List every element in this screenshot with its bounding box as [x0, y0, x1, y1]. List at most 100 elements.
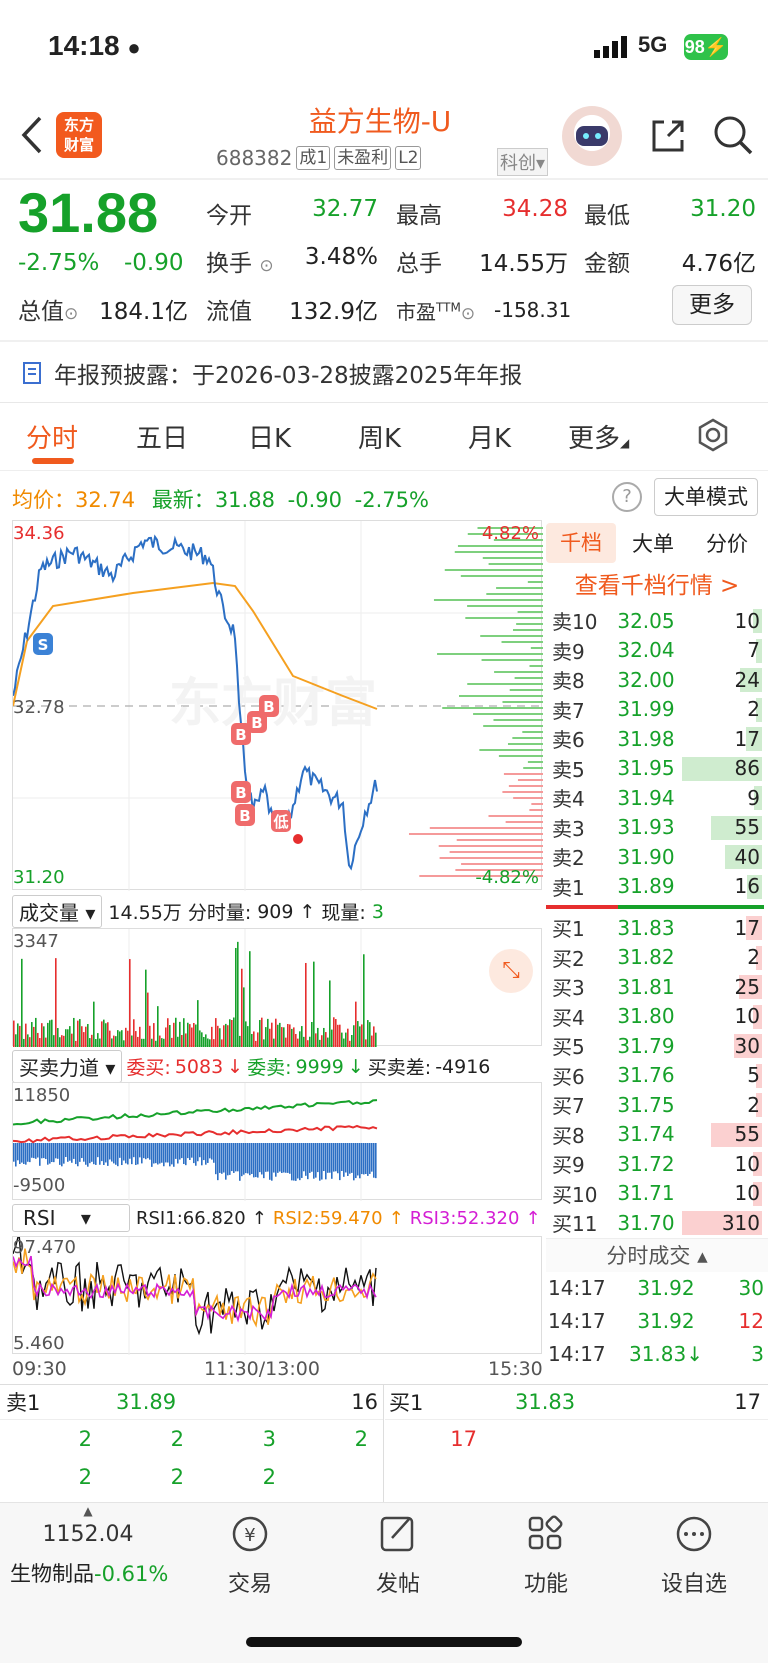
volume-bar — [23, 1038, 25, 1047]
depth-bar — [433, 599, 543, 601]
volume-bar — [105, 1023, 107, 1047]
functions-nav[interactable]: 功能 — [486, 1512, 606, 1598]
volume-bar — [187, 1022, 189, 1047]
bid-row[interactable]: 买8 31.74 55 — [546, 1120, 768, 1150]
bid-row[interactable]: 买10 31.71 10 — [546, 1179, 768, 1209]
volume-bar — [19, 1025, 21, 1047]
bid-price: 31.82 — [617, 945, 675, 970]
mcap-label[interactable]: 总值⊙ — [18, 292, 78, 326]
volume-bar — [33, 1026, 35, 1047]
force-selector[interactable]: 买卖力道 ▾ — [12, 1050, 123, 1083]
volume-bar — [161, 1038, 163, 1047]
ask-row[interactable]: 卖8 32.00 24 — [546, 665, 768, 695]
ask-row[interactable]: 卖5 31.95 86 — [546, 754, 768, 784]
bid-row[interactable]: 买9 31.72 10 — [546, 1149, 768, 1179]
tab-price-distribution[interactable]: 分价 — [690, 528, 764, 558]
ask-row[interactable]: 卖7 31.99 2 — [546, 695, 768, 725]
tag-unprofitable[interactable]: 未盈利 — [334, 146, 392, 170]
bid-row[interactable]: 买3 31.81 25 — [546, 972, 768, 1002]
post-nav[interactable]: 发帖 — [338, 1512, 458, 1598]
depth-bar — [488, 815, 543, 817]
tab-big-order[interactable]: 大单 — [616, 528, 690, 558]
assistant-avatar[interactable] — [562, 106, 622, 166]
ask-price: 32.04 — [617, 638, 675, 663]
bid-row[interactable]: 买2 31.82 2 — [546, 943, 768, 973]
force-bar — [35, 1143, 37, 1159]
ask-row[interactable]: 卖6 31.98 17 — [546, 724, 768, 754]
bid-row[interactable]: 买6 31.76 5 — [546, 1061, 768, 1091]
intraday-chart[interactable]: 东方财富 SBBBBB低 34.36 32.78 31.20 4.82% -4.… — [12, 520, 543, 891]
trade-marker-label: B — [263, 698, 274, 716]
notice-text: 年报预披露：于2026-03-28披露2025年年报 — [54, 363, 523, 389]
bid-row[interactable]: 买4 31.80 10 — [546, 1002, 768, 1032]
share-icon[interactable] — [648, 116, 688, 156]
ask-row[interactable]: 卖10 32.05 10 — [546, 606, 768, 636]
force-bar — [29, 1143, 31, 1163]
sector-index[interactable]: 生物制品-0.61% — [10, 1558, 168, 1588]
force-bar — [281, 1143, 283, 1174]
high-label: 最高 — [396, 203, 442, 229]
force-bar — [163, 1143, 165, 1167]
volume-bar — [367, 1020, 369, 1047]
bid-row[interactable]: 买7 31.75 2 — [546, 1090, 768, 1120]
tab-daily-k[interactable]: 日K — [248, 418, 291, 455]
volume-bar — [239, 1035, 241, 1047]
volume-bar — [67, 1029, 69, 1047]
help-icon[interactable]: ? — [612, 482, 642, 512]
tab-more[interactable]: 更多◢ — [568, 418, 629, 455]
volume-bar — [163, 1038, 165, 1047]
volume-bar — [221, 1039, 223, 1047]
battery-indicator: 98⚡ — [684, 34, 728, 60]
bid-row[interactable]: 买1 31.83 17 — [546, 913, 768, 943]
pe-label[interactable]: 市盈TTM⊙ — [396, 296, 475, 325]
bid-price: 31.79 — [617, 1033, 675, 1058]
tab-orderbook-1000[interactable]: 千档 — [546, 523, 616, 563]
force-bar — [233, 1143, 235, 1173]
divider — [0, 340, 768, 342]
add-watchlist-nav[interactable]: 设自选 — [634, 1512, 754, 1598]
force-bar — [177, 1143, 179, 1164]
trades-header[interactable]: 分时成交 ▴ — [546, 1237, 768, 1272]
volume-bar — [77, 1020, 79, 1047]
force-bar — [341, 1143, 343, 1172]
big-order-mode-button[interactable]: 大单模式 — [654, 478, 758, 516]
view-orderbook-link[interactable]: 查看千档行情 > — [546, 566, 768, 606]
force-bar — [305, 1143, 307, 1176]
tab-monthly-k[interactable]: 月K — [468, 418, 511, 455]
sector-index-value[interactable]: 1152.04 — [28, 1522, 148, 1547]
stock-name[interactable]: 益方生物-U — [200, 100, 560, 140]
tab-intraday[interactable]: 分时 — [26, 418, 78, 455]
bid-row[interactable]: 买11 31.70 310 — [546, 1208, 768, 1238]
tag-rank[interactable]: 成1 — [296, 146, 331, 170]
tab-five-day[interactable]: 五日 — [136, 418, 188, 455]
app-logo: 东方 财富 — [56, 112, 102, 158]
force-bar — [347, 1143, 349, 1176]
ask-row[interactable]: 卖4 31.94 9 — [546, 783, 768, 813]
ask-row[interactable]: 卖2 31.90 40 — [546, 842, 768, 872]
turnover-label[interactable]: 换手 ⊙ — [206, 244, 274, 278]
force-bar — [371, 1143, 373, 1172]
more-button[interactable]: 更多 — [672, 285, 752, 325]
tab-weekly-k[interactable]: 周K — [358, 418, 401, 455]
board-tag[interactable]: 科创▾ — [497, 148, 549, 176]
volume-bar — [191, 1027, 193, 1047]
bid-row[interactable]: 买5 31.79 30 — [546, 1031, 768, 1061]
ask-row[interactable]: 卖1 31.89 16 — [546, 872, 768, 902]
expand-icon[interactable]: ⤡ — [489, 949, 533, 993]
search-icon[interactable] — [712, 114, 754, 156]
volume-selector[interactable]: 成交量 ▾ — [12, 895, 103, 928]
settings-icon[interactable] — [696, 418, 730, 452]
trade-nav[interactable]: ¥ 交易 — [190, 1512, 310, 1598]
volume-bar — [63, 1035, 65, 1047]
rsi-selector[interactable]: RSI ▾ — [12, 1204, 130, 1232]
notice-banner[interactable]: 年报预披露：于2026-03-28披露2025年年报 — [22, 356, 522, 390]
volume-bar — [261, 1017, 263, 1047]
queue-order: 2 — [262, 1465, 276, 1489]
tag-level2[interactable]: L2 — [395, 146, 422, 170]
ask-vol: 10 — [734, 608, 760, 633]
back-icon[interactable] — [18, 112, 48, 158]
ask-row[interactable]: 卖3 31.93 55 — [546, 813, 768, 843]
volume-bar — [175, 1017, 177, 1047]
force-bar — [327, 1143, 329, 1173]
ask-row[interactable]: 卖9 32.04 7 — [546, 636, 768, 666]
